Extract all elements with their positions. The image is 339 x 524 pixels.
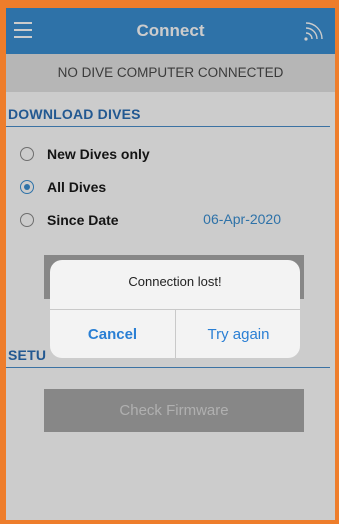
try-again-button[interactable]: Try again bbox=[176, 310, 300, 358]
cancel-button[interactable]: Cancel bbox=[50, 310, 175, 358]
screen: Connect NO DIVE COMPUTER CONNECTED DOWNL… bbox=[6, 8, 335, 520]
dialog-message: Connection lost! bbox=[128, 274, 222, 289]
app-frame: Connect NO DIVE COMPUTER CONNECTED DOWNL… bbox=[0, 0, 339, 524]
connection-lost-dialog: Connection lost! Cancel Try again bbox=[50, 260, 300, 358]
